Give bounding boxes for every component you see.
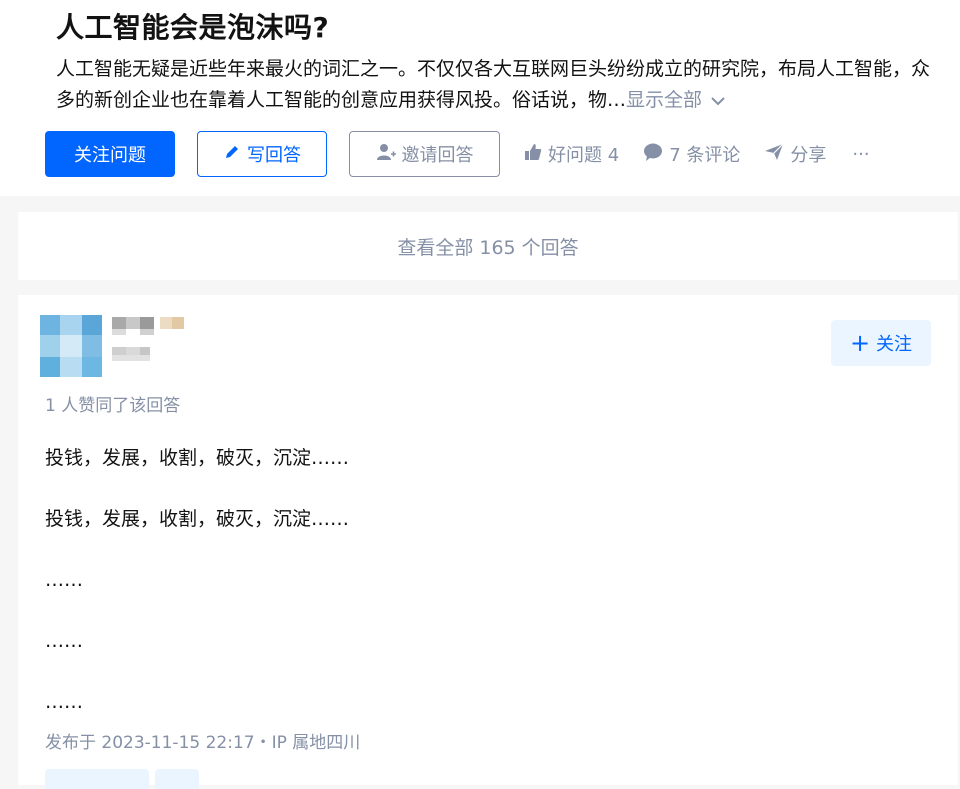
view-all-answers-button[interactable]: 查看全部 165 个回答 <box>18 212 958 280</box>
write-answer-label: 写回答 <box>247 145 301 166</box>
thumbs-up-icon <box>524 143 548 166</box>
question-description-text: 人工智能无疑是近些年来最火的词汇之一。不仅仅各大互联网巨头纷纷成立的研究院，布局… <box>56 58 931 111</box>
answer-paragraph: …… <box>45 691 83 713</box>
question-description: 人工智能无疑是近些年来最火的词汇之一。不仅仅各大互联网巨头纷纷成立的研究院，布局… <box>56 54 936 116</box>
answer-paragraph: 投钱，发展，收割，破灭，沉淀…… <box>45 508 350 530</box>
answer-card: + 关注 1 人赞同了该回答 投钱，发展，收割，破灭，沉淀…… 投钱，发展，收割… <box>18 295 958 789</box>
pencil-icon <box>223 143 247 166</box>
show-all-link[interactable]: 显示全部 <box>626 89 702 111</box>
follow-question-button[interactable]: 关注问题 <box>45 131 175 177</box>
answer-paragraph: …… <box>45 569 83 591</box>
question-actions: 关注问题 写回答 邀请回答 好问题 4 7 条评论 分享 ··· <box>45 131 870 177</box>
comments-label: 7 条评论 <box>669 145 741 166</box>
avatar[interactable] <box>40 315 102 377</box>
answer-content: 投钱，发展，收割，破灭，沉淀…… 投钱，发展，收割，破灭，沉淀…… …… …… … <box>45 443 925 748</box>
answer-paragraph: 投钱，发展，收割，破灭，沉淀…… <box>45 447 350 469</box>
invite-answer-button[interactable]: 邀请回答 <box>349 131 500 177</box>
comment-bubble-icon <box>643 143 669 166</box>
question-header: 人工智能会是泡沫吗? 人工智能无疑是近些年来最火的词汇之一。不仅仅各大互联网巨头… <box>0 0 960 196</box>
good-question-label: 好问题 4 <box>548 145 620 166</box>
follow-author-button[interactable]: + 关注 <box>831 320 931 366</box>
invite-answer-label: 邀请回答 <box>401 145 474 166</box>
upvote-button[interactable] <box>45 769 149 789</box>
downvote-button[interactable] <box>155 769 199 789</box>
share-label: 分享 <box>790 145 827 166</box>
answer-bottom-actions <box>45 769 199 789</box>
chevron-down-icon[interactable] <box>710 85 726 116</box>
invite-user-icon <box>376 143 402 166</box>
write-answer-button[interactable]: 写回答 <box>197 131 327 177</box>
share-button[interactable]: 分享 <box>764 141 826 167</box>
good-question-button[interactable]: 好问题 4 <box>524 141 619 167</box>
question-title[interactable]: 人工智能会是泡沫吗? <box>56 6 329 46</box>
paper-plane-icon <box>764 143 790 166</box>
more-options-button[interactable]: ··· <box>852 144 869 165</box>
plus-icon: + <box>849 329 871 357</box>
author-name-blurred[interactable] <box>112 317 192 373</box>
upvote-info: 1 人赞同了该回答 <box>45 396 181 416</box>
publish-info[interactable]: 发布于 2023-11-15 22:17・IP 属地四川 <box>45 728 360 753</box>
comments-button[interactable]: 7 条评论 <box>643 141 740 167</box>
answer-paragraph: …… <box>45 630 83 652</box>
follow-author-label: 关注 <box>876 334 913 355</box>
